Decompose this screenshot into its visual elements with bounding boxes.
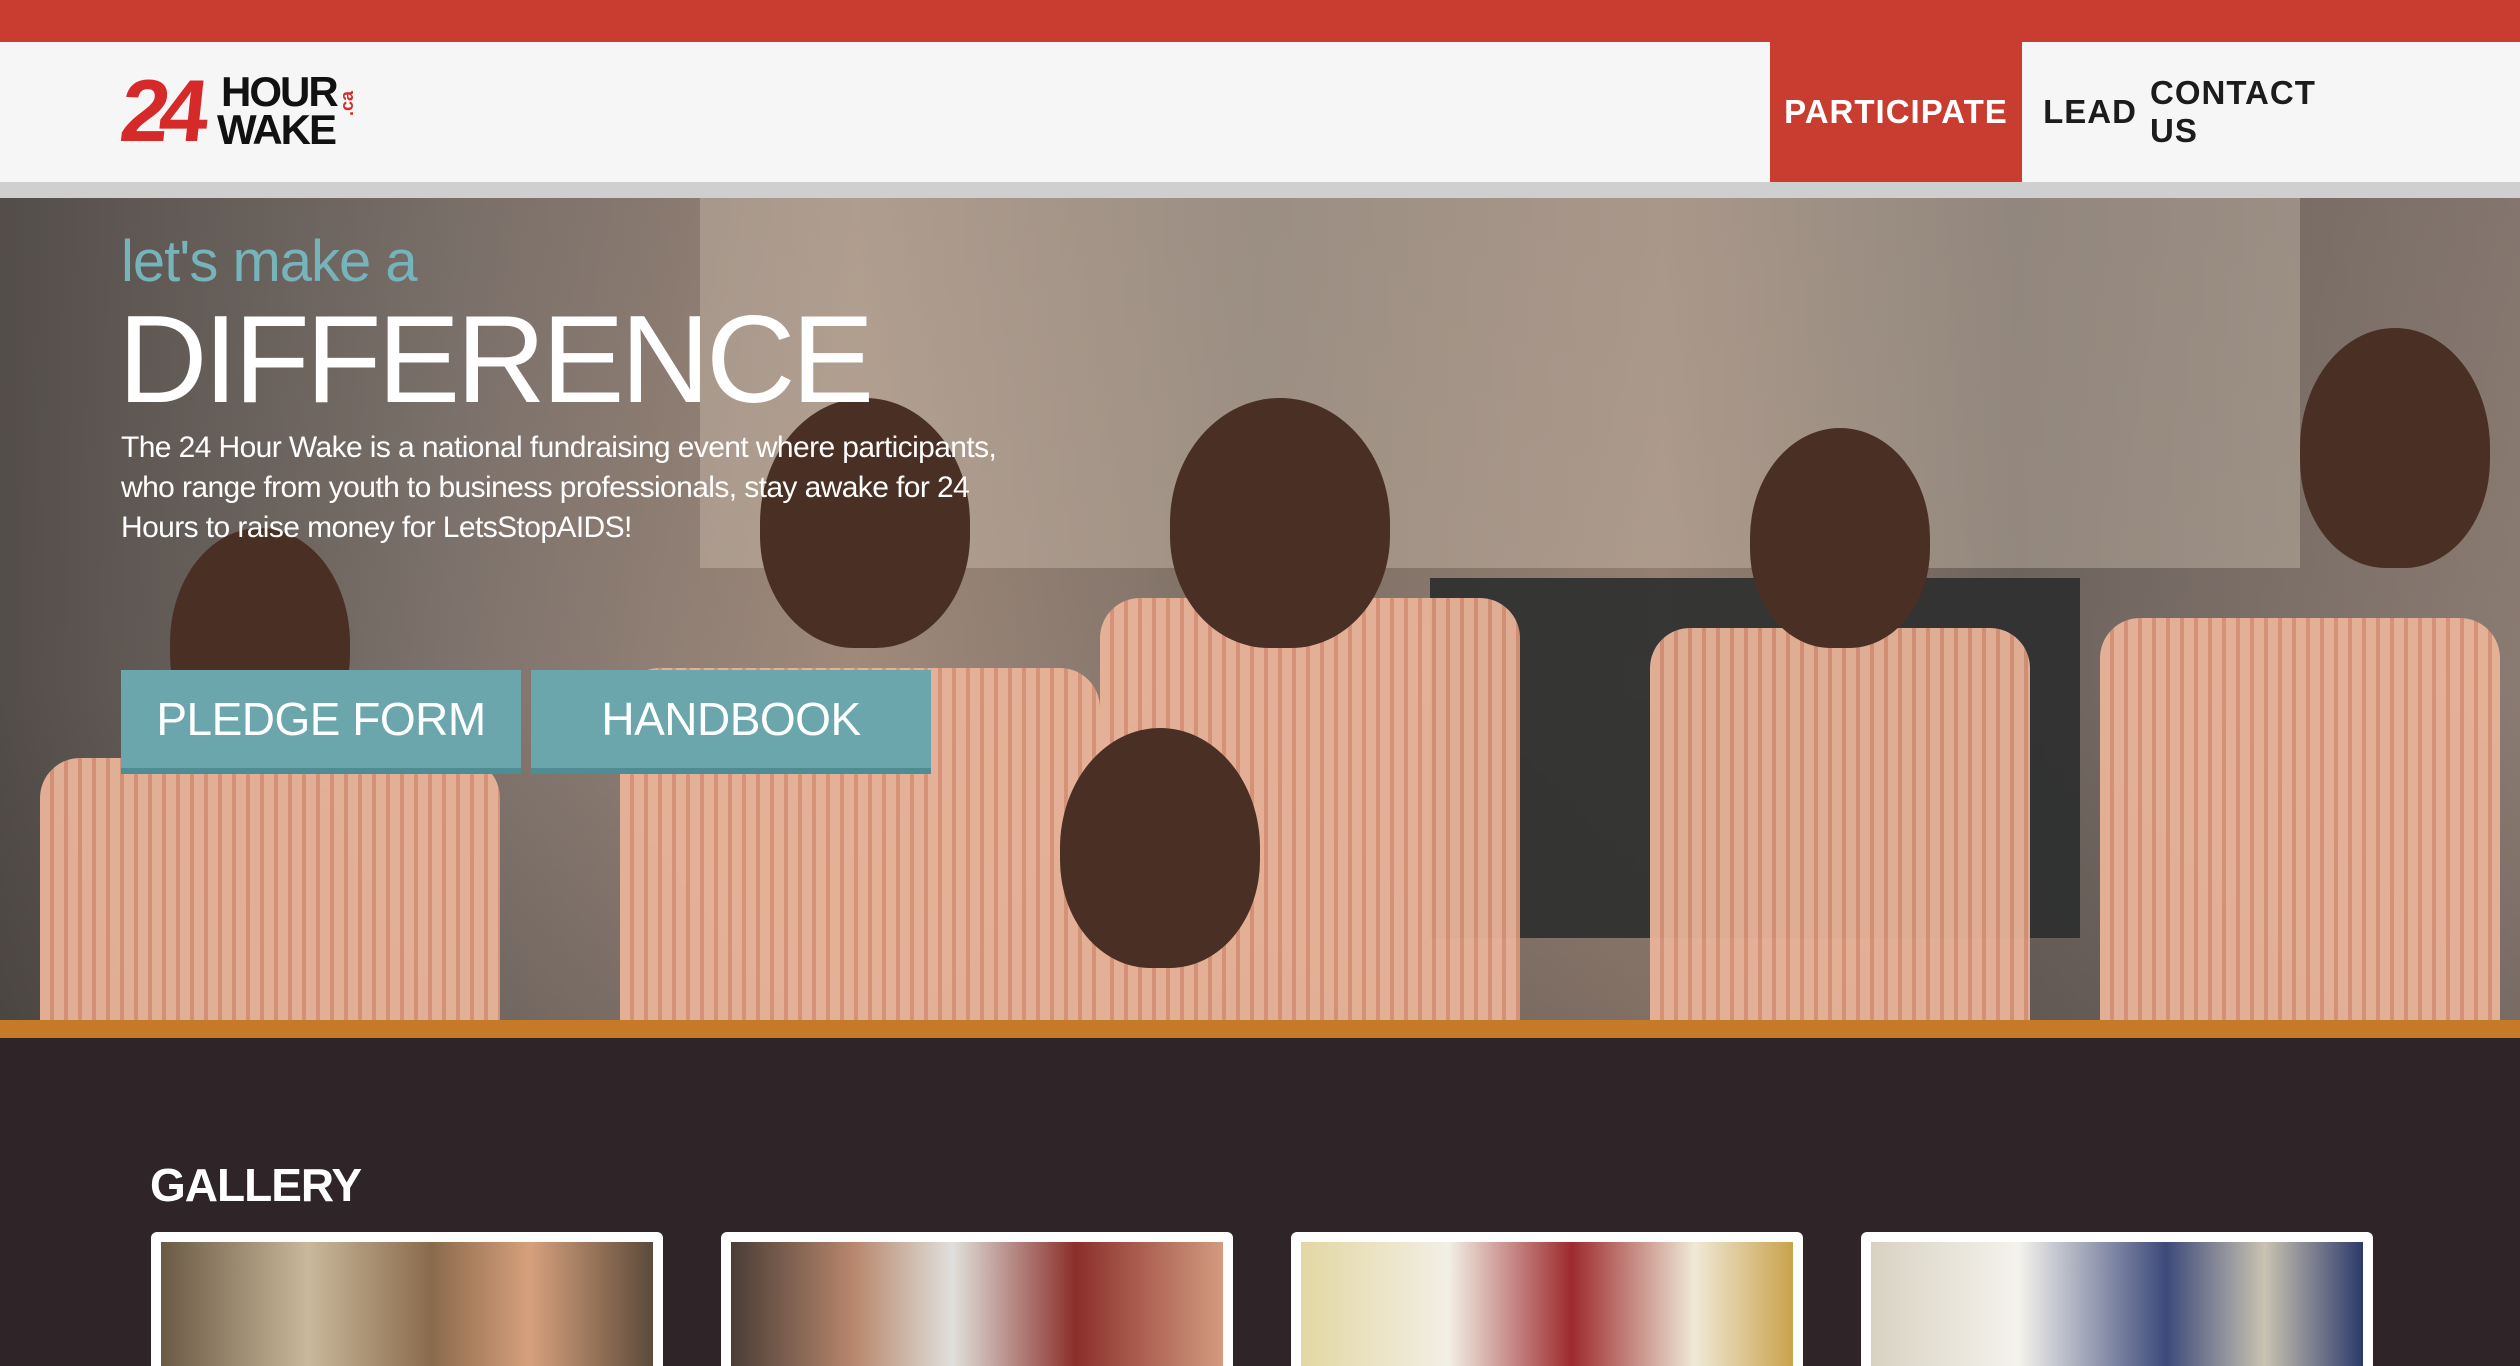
nav-lead[interactable]: LEAD bbox=[2030, 42, 2150, 182]
handbook-button[interactable]: HANDBOOK bbox=[531, 670, 931, 774]
logo-number: 24 bbox=[115, 61, 205, 160]
gallery-photo bbox=[161, 1242, 653, 1366]
hero-photo-child bbox=[40, 758, 500, 1020]
hero-photo-child bbox=[2100, 618, 2500, 1020]
logo-line-2: WAKE bbox=[217, 106, 337, 153]
header-shadow bbox=[0, 182, 2520, 198]
main-nav: PARTICIPATE LEAD CONTACT US bbox=[1770, 42, 2520, 182]
hero-photo-child-head bbox=[1750, 428, 1930, 648]
gallery-thumbnail[interactable] bbox=[151, 1232, 663, 1366]
hero-tagline-big: DIFFERENCE bbox=[118, 291, 874, 429]
gallery-photo bbox=[731, 1242, 1223, 1366]
gallery-thumbnail[interactable] bbox=[1291, 1232, 1803, 1366]
hero-photo-child-head bbox=[2300, 328, 2490, 568]
gallery-photo bbox=[1871, 1242, 2363, 1366]
nav-participate[interactable]: PARTICIPATE bbox=[1770, 42, 2022, 182]
gallery-thumbnail[interactable] bbox=[721, 1232, 1233, 1366]
hero-bottom-divider bbox=[0, 1020, 2520, 1038]
nav-contact-us[interactable]: CONTACT US bbox=[2150, 42, 2370, 182]
hero-photo-child-head bbox=[1060, 728, 1260, 968]
hero-photo-child bbox=[1650, 628, 2030, 1020]
site-logo[interactable]: 24 HOUR WAKE .ca bbox=[116, 61, 361, 160]
gallery-thumbnail[interactable] bbox=[1861, 1232, 2373, 1366]
top-accent-strip bbox=[0, 0, 2520, 42]
logo-suffix: .ca bbox=[337, 90, 357, 116]
gallery-title: GALLERY bbox=[150, 1159, 362, 1211]
hero-tagline-small: let's make a bbox=[121, 229, 418, 294]
hero-description: The 24 Hour Wake is a national fundraisi… bbox=[121, 431, 997, 544]
hero-photo-child-head bbox=[1170, 398, 1390, 648]
pledge-form-button[interactable]: PLEDGE FORM bbox=[121, 670, 521, 774]
gallery-photo bbox=[1301, 1242, 1793, 1366]
